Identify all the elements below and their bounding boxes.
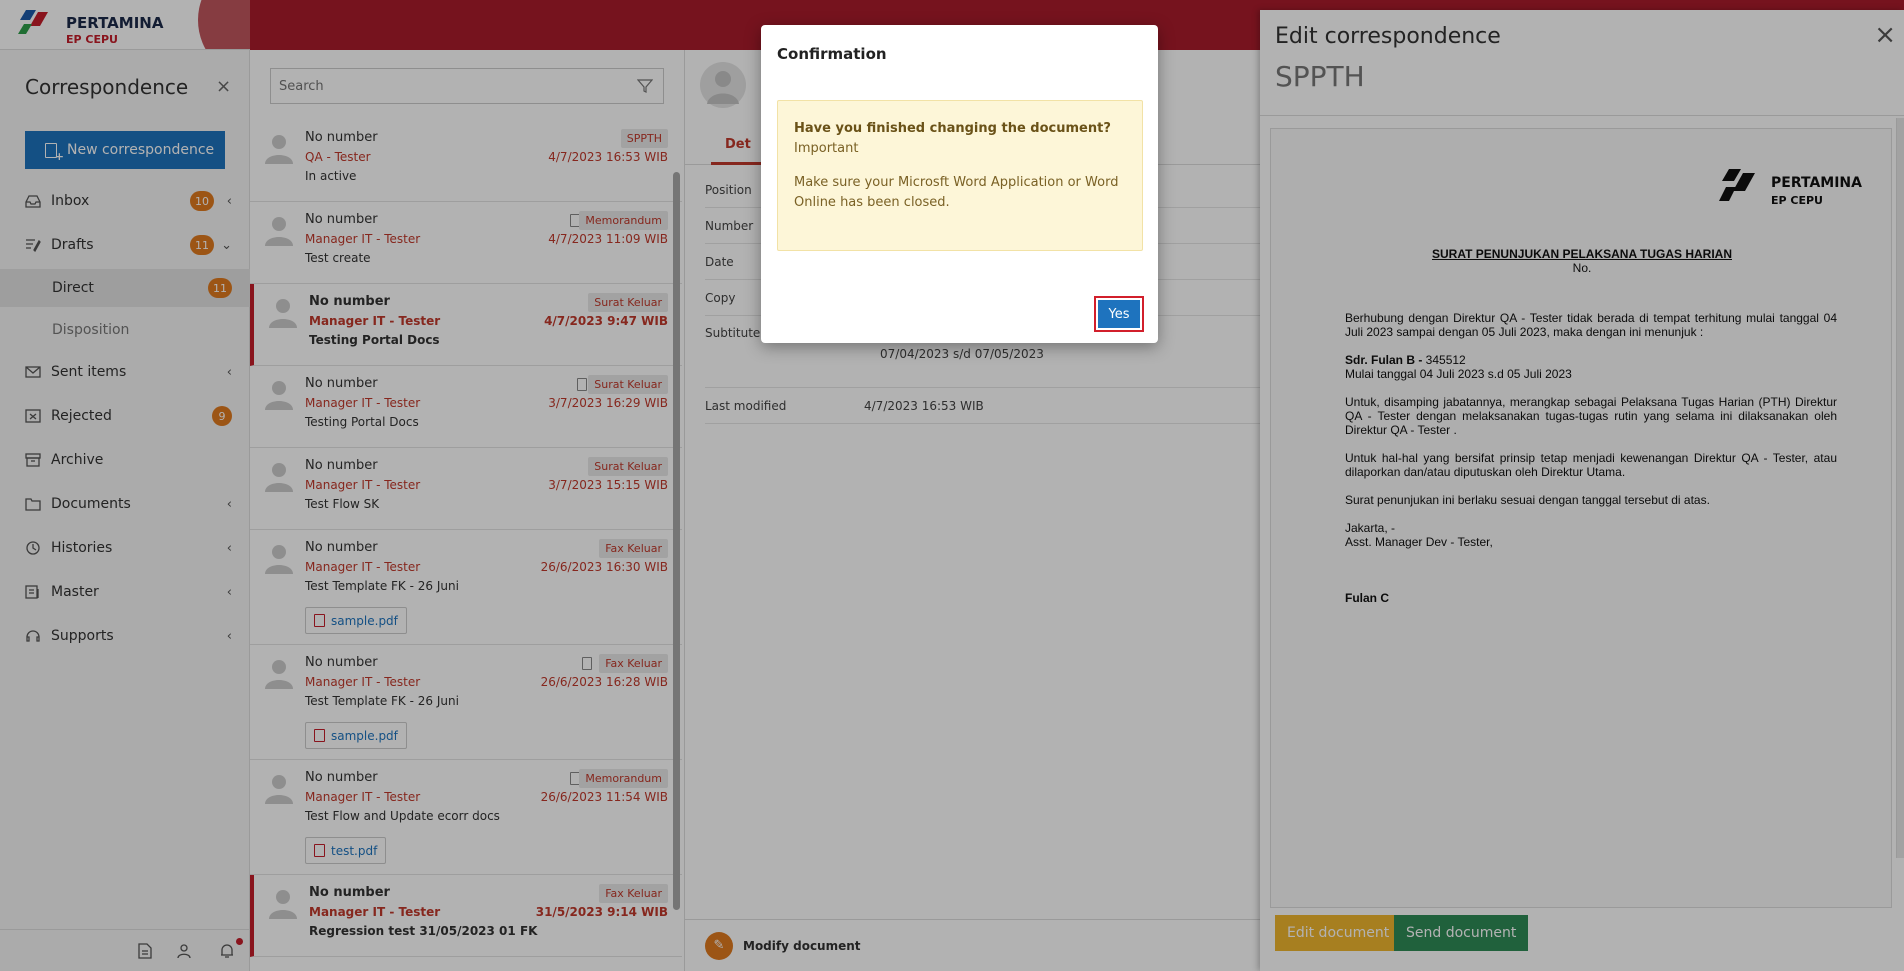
close-icon[interactable]: × <box>1874 20 1896 50</box>
divider <box>1260 115 1904 116</box>
send-document-button[interactable]: Send document <box>1394 915 1529 951</box>
document-appointee: Sdr. Fulan B - 345512 <box>1345 353 1837 367</box>
document-brand-name: PERTAMINA <box>1771 175 1862 191</box>
warning-alert: Have you finished changing the document?… <box>777 100 1143 251</box>
appointee-id: 345512 <box>1422 353 1466 367</box>
pertamina-logo-icon <box>1719 169 1755 201</box>
modal-title: Confirmation <box>777 45 887 63</box>
document-paragraph: Mulai tanggal 04 Juli 2023 s.d 05 Juli 2… <box>1345 367 1572 381</box>
document-title: SURAT PENUNJUKAN PELAKSANA TUGAS HARIAN <box>1431 247 1732 261</box>
document-paragraph: Untuk hal-hal yang bersifat prinsip teta… <box>1345 451 1837 479</box>
document-signer-name: Fulan C <box>1345 591 1389 605</box>
document-scrollbar[interactable] <box>1896 118 1904 858</box>
edit-correspondence-panel: Edit correspondence SPPTH × PERTAMINA EP… <box>1260 10 1904 971</box>
document-paragraph: Surat penunjukan ini berlaku sesuai deng… <box>1345 493 1710 507</box>
document-number: No. <box>1572 261 1592 275</box>
yes-button-label: Yes <box>1098 300 1140 328</box>
document-brand-sub: EP CEPU <box>1771 194 1823 207</box>
document-signer-role: Asst. Manager Dev - Tester, <box>1345 535 1493 549</box>
warning-question: Have you finished changing the document? <box>794 121 1111 136</box>
edit-panel-title: Edit correspondence <box>1275 24 1501 49</box>
warning-importance: Important <box>794 141 859 156</box>
document-paragraph: Untuk, disamping jabatannya, merangkap s… <box>1345 395 1837 437</box>
document-paragraph: Berhubung dengan Direktur QA - Tester ti… <box>1345 311 1837 339</box>
yes-button[interactable]: Yes <box>1094 296 1144 332</box>
document-logo: PERTAMINA EP CEPU <box>1719 167 1869 211</box>
edit-document-button[interactable]: Edit document <box>1275 915 1402 951</box>
document-preview[interactable]: PERTAMINA EP CEPU SURAT PENUNJUKAN PELAK… <box>1270 128 1892 908</box>
document-page: PERTAMINA EP CEPU SURAT PENUNJUKAN PELAK… <box>1271 129 1891 907</box>
warning-message: Make sure your Microsft Word Application… <box>794 175 1119 210</box>
edit-panel-doc-type: SPPTH <box>1275 60 1365 93</box>
appointee-name: Sdr. Fulan B - <box>1345 353 1423 367</box>
confirmation-modal: Confirmation Have you finished changing … <box>761 25 1158 343</box>
document-place: Jakarta, - <box>1345 521 1396 535</box>
